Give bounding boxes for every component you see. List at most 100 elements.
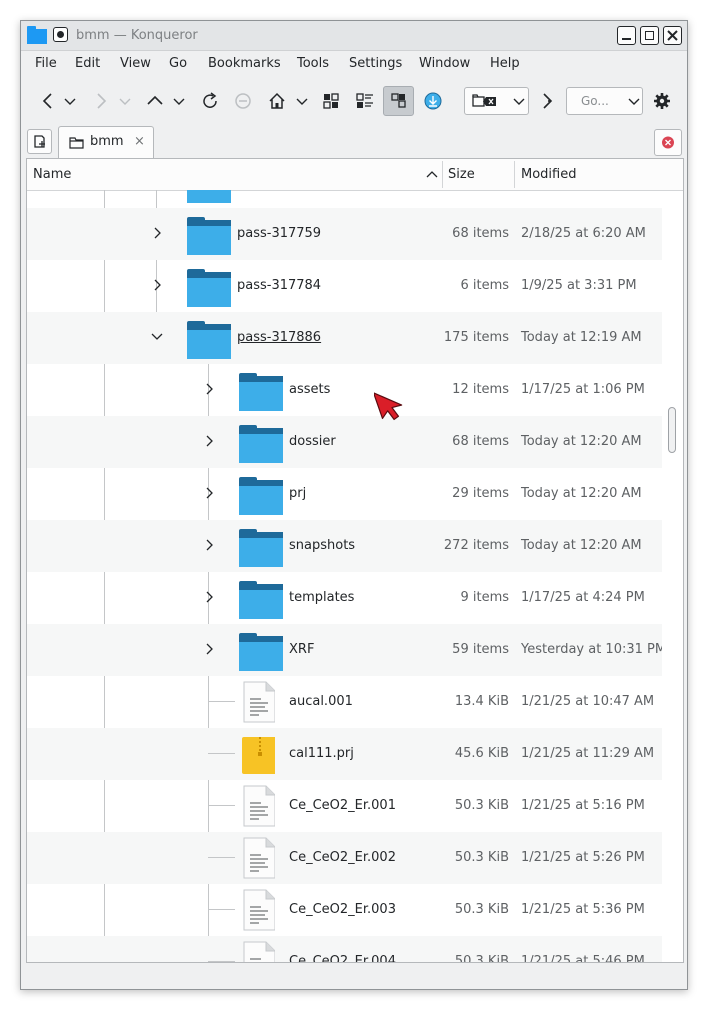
close-window-button[interactable]: [663, 26, 682, 45]
chevron-down-icon: [296, 98, 308, 105]
chevron-right-icon[interactable]: [203, 434, 215, 448]
folder-row[interactable]: pass-317886 175 items Today at 12:19 AM: [27, 312, 662, 364]
split-view-button[interactable]: [383, 86, 414, 116]
download-manager-button[interactable]: [420, 88, 446, 114]
folder-icon: [239, 477, 283, 515]
file-tree-view[interactable]: Name Size Modified pass-317759 68 items 2/…: [26, 158, 684, 963]
chevron-right-icon[interactable]: [203, 382, 215, 396]
folder-row[interactable]: prj 29 items Today at 12:20 AM: [27, 468, 662, 520]
tree-connector: [208, 909, 235, 910]
column-header: Name Size Modified: [27, 159, 683, 191]
home-icon: [269, 92, 285, 109]
item-modified: 1/21/25 at 10:47 AM: [521, 694, 655, 709]
item-modified: Today at 12:19 AM: [521, 330, 642, 345]
menu-edit[interactable]: Edit: [75, 56, 100, 71]
menu-tools[interactable]: Tools: [297, 56, 329, 71]
home-menu-button[interactable]: [293, 88, 311, 114]
menu-settings[interactable]: Settings: [349, 56, 402, 71]
status-bar: [21, 966, 687, 989]
folder-icon: [69, 137, 84, 149]
chevron-down-icon: [173, 98, 185, 105]
chevron-right-icon[interactable]: [151, 278, 163, 292]
list-item-partial[interactable]: [27, 190, 662, 208]
folder-row[interactable]: pass-317759 68 items 2/18/25 at 6:20 AM: [27, 208, 662, 260]
file-row[interactable]: aucal.001 13.4 KiB 1/21/25 at 10:47 AM: [27, 676, 662, 728]
folder-icon: [239, 581, 283, 619]
close-tab-button[interactable]: [654, 129, 682, 156]
details-view-button[interactable]: [352, 88, 378, 114]
minimize-button[interactable]: [617, 26, 636, 45]
item-size: 68 items: [452, 434, 509, 449]
scrollbar-handle[interactable]: [668, 407, 676, 453]
tab-bmm[interactable]: bmm ×: [58, 126, 154, 158]
item-name: aucal.001: [289, 694, 353, 709]
folder-row[interactable]: assets 12 items 1/17/25 at 1:06 PM: [27, 364, 662, 416]
chevron-right-icon[interactable]: [203, 486, 215, 500]
stop-button[interactable]: [230, 88, 256, 114]
file-row[interactable]: Ce_CeO2_Er.001 50.3 KiB 1/21/25 at 5:16 PM: [27, 780, 662, 832]
item-name: Ce_CeO2_Er.003: [289, 902, 396, 917]
menu-file[interactable]: File: [35, 56, 57, 71]
item-name: pass-317759: [237, 226, 322, 241]
reload-button[interactable]: [197, 88, 223, 114]
back-button[interactable]: [35, 88, 61, 114]
file-row[interactable]: Ce_CeO2_Er.003 50.3 KiB 1/21/25 at 5:36 PM: [27, 884, 662, 936]
item-size: 29 items: [452, 486, 509, 501]
back-history-button[interactable]: [61, 88, 79, 114]
folder-row[interactable]: XRF 59 items Yesterday at 10:31 PM: [27, 624, 662, 676]
tab-bar: bmm ×: [21, 124, 687, 158]
menu-view[interactable]: View: [120, 56, 151, 71]
tree-connector: [208, 805, 235, 806]
item-modified: Today at 12:20 AM: [521, 486, 642, 501]
menu-window[interactable]: Window: [419, 56, 470, 71]
column-separator[interactable]: [514, 161, 515, 188]
arrow-left-icon: [42, 93, 52, 109]
column-modified[interactable]: Modified: [521, 167, 576, 182]
chevron-right-icon[interactable]: [151, 226, 163, 240]
text-file-icon: [243, 941, 275, 962]
stop-icon: [235, 93, 251, 109]
main-toolbar: Go...: [21, 79, 687, 123]
konqueror-window: bmm — Konqueror File Edit View Go Bookma…: [20, 20, 688, 990]
titlebar[interactable]: bmm — Konqueror: [21, 21, 687, 51]
item-size: 59 items: [452, 642, 509, 657]
file-row[interactable]: cal111.prj 45.6 KiB 1/21/25 at 11:29 AM: [27, 728, 662, 780]
new-tab-button[interactable]: [27, 129, 52, 154]
chevron-right-icon[interactable]: [203, 590, 215, 604]
item-size: 50.3 KiB: [454, 954, 509, 962]
column-separator[interactable]: [442, 161, 443, 188]
item-name: snapshots: [289, 538, 356, 553]
menu-bookmarks[interactable]: Bookmarks: [208, 56, 281, 71]
folder-row[interactable]: snapshots 272 items Today at 12:20 AM: [27, 520, 662, 572]
chevron-down-icon[interactable]: [151, 330, 163, 344]
tab-close-icon[interactable]: ×: [134, 134, 145, 149]
go-combo[interactable]: Go...: [566, 87, 643, 115]
arrow-up-icon: [147, 95, 163, 105]
file-row[interactable]: Ce_CeO2_Er.002 50.3 KiB 1/21/25 at 5:26 PM: [27, 832, 662, 884]
go-url-button[interactable]: [534, 88, 560, 114]
settings-button[interactable]: [649, 88, 675, 114]
keep-above-button[interactable]: [53, 27, 68, 42]
column-name[interactable]: Name: [33, 167, 71, 182]
folder-row[interactable]: dossier 68 items Today at 12:20 AM: [27, 416, 662, 468]
file-row[interactable]: Ce_CeO2_Er.004 50.3 KiB 1/21/25 at 5:46 PM: [27, 936, 662, 962]
column-size[interactable]: Size: [448, 167, 475, 182]
forward-button[interactable]: [88, 88, 114, 114]
home-button[interactable]: [264, 88, 290, 114]
maximize-button[interactable]: [640, 26, 659, 45]
menu-help[interactable]: Help: [490, 56, 520, 71]
forward-history-button[interactable]: [116, 88, 134, 114]
menu-go[interactable]: Go: [169, 56, 187, 71]
chevron-right-icon[interactable]: [203, 538, 215, 552]
folder-row[interactable]: pass-317784 6 items 1/9/25 at 3:31 PM: [27, 260, 662, 312]
item-modified: 1/17/25 at 4:24 PM: [521, 590, 645, 605]
folder-row[interactable]: templates 9 items 1/17/25 at 4:24 PM: [27, 572, 662, 624]
sort-ascending-icon[interactable]: [426, 169, 438, 181]
item-modified: 1/9/25 at 3:31 PM: [521, 278, 637, 293]
chevron-down-icon: [628, 98, 640, 105]
location-combo[interactable]: [464, 87, 529, 115]
icons-view-button[interactable]: [318, 88, 344, 114]
up-button[interactable]: [142, 88, 168, 114]
chevron-right-icon[interactable]: [203, 642, 215, 656]
up-history-button[interactable]: [170, 88, 188, 114]
